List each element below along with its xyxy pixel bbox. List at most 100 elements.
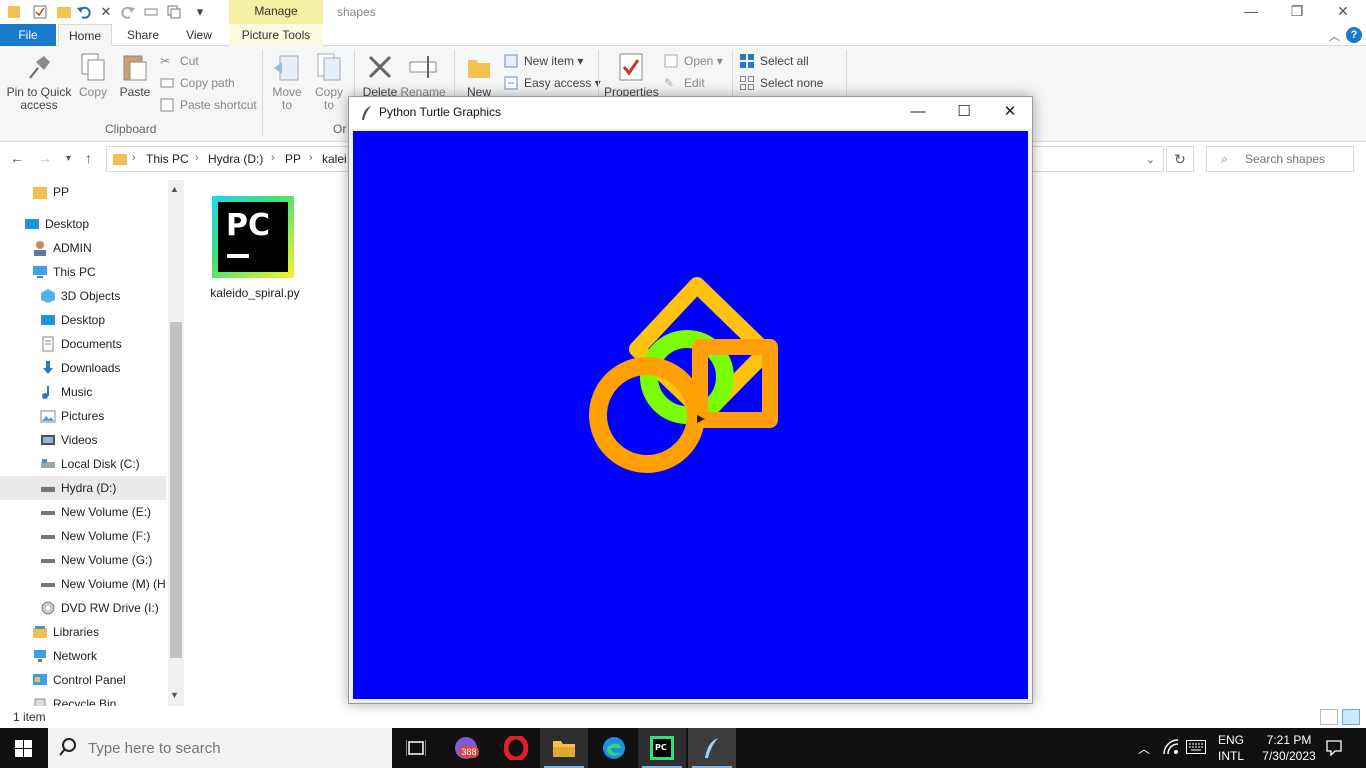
- address-dropdown-icon[interactable]: ⌄: [1146, 153, 1155, 166]
- redo-icon[interactable]: [120, 4, 136, 20]
- move-to-button[interactable]: Move to: [270, 52, 304, 112]
- forward-button[interactable]: →: [38, 150, 52, 166]
- copy-to-icon[interactable]: [166, 4, 182, 20]
- select-none-button[interactable]: Select none: [740, 74, 823, 92]
- keyboard-icon[interactable]: [1186, 740, 1206, 757]
- paste-icon: [123, 55, 147, 81]
- breadcrumb-this-pc[interactable]: This PC: [146, 152, 189, 166]
- recycle-bin-icon: [34, 698, 46, 706]
- copy-button[interactable]: Copy: [76, 52, 110, 99]
- search-box[interactable]: ⌕: [1206, 146, 1354, 172]
- turtle-minimize-button[interactable]: —: [895, 97, 941, 127]
- up-button[interactable]: ↑: [85, 150, 92, 166]
- turtle-close-button[interactable]: ✕: [987, 97, 1033, 127]
- breadcrumb-hydra[interactable]: Hydra (D:): [208, 152, 263, 166]
- undo-icon[interactable]: [76, 4, 92, 20]
- easy-access-button[interactable]: Easy access ▾: [504, 74, 601, 92]
- delete-icon[interactable]: ✕: [98, 4, 114, 20]
- back-button[interactable]: ←: [10, 150, 24, 166]
- rename-icon[interactable]: [143, 4, 159, 20]
- status-bar: 1 item: [0, 706, 1366, 728]
- scroll-up-icon[interactable]: ▲: [170, 184, 179, 194]
- document-icon: [42, 336, 54, 352]
- start-button[interactable]: [0, 728, 48, 768]
- wifi-icon[interactable]: [1162, 738, 1180, 759]
- large-icons-view-button[interactable]: [1342, 709, 1360, 725]
- new-folder-icon[interactable]: [56, 4, 72, 20]
- close-button[interactable]: ✕: [1320, 0, 1366, 24]
- ribbon-tabs: File Home Share View Picture Tools ︿ ?: [0, 24, 1366, 46]
- pin-label: Pin to Quick access: [6, 85, 72, 112]
- properties-button[interactable]: Properties: [604, 52, 659, 99]
- show-hidden-icons-icon[interactable]: ︿: [1138, 740, 1150, 757]
- scissors-icon: ✂: [160, 54, 171, 68]
- recent-locations-button[interactable]: ▾: [66, 153, 71, 164]
- cut-button[interactable]: ✂ Cut: [160, 52, 199, 70]
- breadcrumb-pp[interactable]: PP: [285, 152, 301, 166]
- keyboard-layout-indicator[interactable]: INTL: [1218, 749, 1244, 763]
- breadcrumb-kaleido[interactable]: kalei: [322, 152, 347, 166]
- turtle-canvas[interactable]: [353, 131, 1028, 699]
- notification-badge: 388: [459, 746, 479, 758]
- file-item[interactable]: PC kaleido_spiral.py: [203, 192, 307, 304]
- scrollbar-thumb[interactable]: [170, 322, 182, 658]
- new-item-button[interactable]: New item ▾: [504, 52, 583, 70]
- search-input[interactable]: [1245, 151, 1349, 167]
- taskbar-search[interactable]: [48, 728, 392, 768]
- rename-button[interactable]: Rename: [400, 52, 446, 99]
- copy-to-button[interactable]: Copy to: [312, 52, 346, 112]
- taskbar-python-turtle[interactable]: [688, 728, 736, 768]
- control-panel-icon: [33, 674, 47, 685]
- refresh-button[interactable]: ↻: [1166, 146, 1194, 172]
- tab-home[interactable]: Home: [58, 24, 112, 46]
- open-button[interactable]: Open ▾: [664, 52, 723, 70]
- delete-button[interactable]: Delete: [362, 52, 398, 99]
- paste-button[interactable]: Paste: [118, 52, 152, 99]
- tab-view[interactable]: View: [174, 24, 224, 46]
- select-all-button[interactable]: Select all: [740, 52, 809, 70]
- paste-shortcut-button[interactable]: Paste shortcut: [160, 96, 257, 114]
- language-indicator[interactable]: ENG: [1218, 733, 1244, 747]
- properties-icon[interactable]: [32, 4, 48, 20]
- minimize-button[interactable]: —: [1228, 0, 1274, 24]
- copy-path-button[interactable]: Copy path: [160, 74, 235, 92]
- window-title: shapes: [337, 5, 376, 19]
- restore-button[interactable]: ❐: [1274, 0, 1320, 24]
- notifications-icon[interactable]: [1326, 740, 1342, 759]
- taskbar-file-explorer[interactable]: [540, 728, 588, 768]
- pictures-icon: [40, 410, 56, 423]
- clock-time[interactable]: 7:21 PM: [1264, 733, 1314, 747]
- new-folder-button[interactable]: New: [462, 52, 496, 99]
- taskbar-edge[interactable]: [590, 728, 638, 768]
- taskbar-pycharm[interactable]: PC: [638, 728, 686, 768]
- details-view-button[interactable]: [1320, 709, 1338, 725]
- item-count: 1 item: [13, 710, 46, 724]
- edit-icon: ✎: [664, 76, 675, 90]
- turtle-maximize-button[interactable]: ☐: [941, 97, 987, 127]
- task-view-button[interactable]: [392, 728, 440, 768]
- easy-access-icon: [504, 76, 518, 90]
- clock-date[interactable]: 7/30/2023: [1256, 749, 1322, 763]
- ribbon-collapse-icon[interactable]: ︿: [1329, 28, 1340, 44]
- pin-to-quick-access-button[interactable]: Pin to Quick access: [4, 52, 74, 112]
- pin-icon: [29, 56, 50, 79]
- network-icon: [34, 650, 46, 662]
- search-icon: ⌕: [1221, 152, 1228, 166]
- edit-button[interactable]: ✎ Edit: [664, 74, 705, 92]
- tab-file[interactable]: File: [0, 24, 56, 46]
- customize-quick-access-icon[interactable]: ▾: [192, 4, 208, 20]
- taskbar-search-input[interactable]: [88, 738, 378, 758]
- delete-x-icon: [368, 55, 392, 79]
- tab-picture-tools[interactable]: Picture Tools: [229, 24, 323, 46]
- folder-icon[interactable]: [6, 4, 22, 20]
- scroll-down-icon[interactable]: ▼: [170, 690, 179, 700]
- taskbar-viber[interactable]: 388: [442, 728, 490, 768]
- nav-pane-scrollbar[interactable]: ▲ ▼: [168, 180, 184, 706]
- new-item-icon: [504, 54, 518, 68]
- user-icon: [34, 241, 46, 256]
- tab-share[interactable]: Share: [116, 24, 170, 46]
- manage-tab[interactable]: Manage: [229, 0, 323, 24]
- feather-icon: [362, 106, 371, 120]
- help-icon[interactable]: ?: [1346, 27, 1362, 43]
- taskbar-opera[interactable]: [492, 728, 540, 768]
